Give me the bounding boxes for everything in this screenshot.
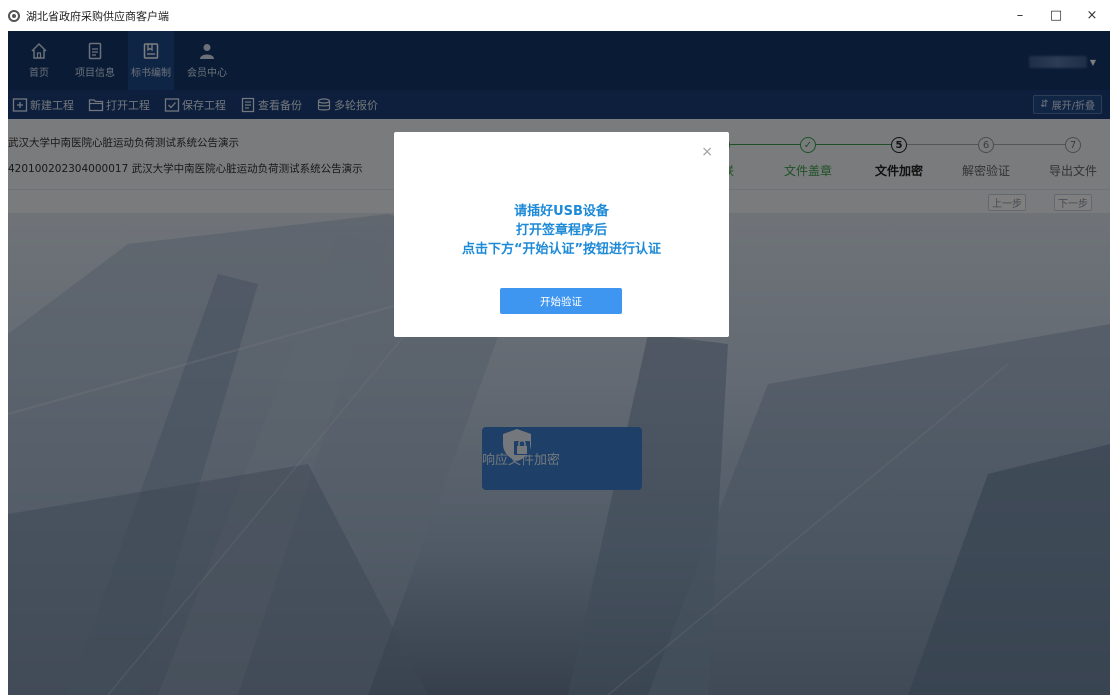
window-controls: – □ × — [1002, 0, 1110, 31]
window-title: 湖北省政府采购供应商客户端 — [26, 9, 169, 23]
close-icon[interactable]: × — [701, 144, 713, 160]
dialog-line-open-signer: 打开签章程序后 — [515, 223, 607, 238]
dialog-line-click-start: 点击下方“开始认证”按钮进行认证 — [461, 242, 662, 257]
dialog-line-insert-usb: 请插好USB设备 — [514, 204, 609, 219]
maximize-button[interactable]: □ — [1038, 0, 1074, 31]
close-button[interactable]: × — [1074, 0, 1110, 31]
usb-auth-dialog: × 请插好USB设备 打开签章程序后 点击下方“开始认证”按钮进行认证 开始验证 — [394, 132, 729, 337]
window-titlebar: 湖北省政府采购供应商客户端 – □ × — [0, 0, 1110, 31]
app-logo-icon — [8, 9, 20, 22]
start-verify-button[interactable]: 开始验证 — [500, 288, 622, 314]
minimize-button[interactable]: – — [1002, 0, 1038, 31]
modal-overlay — [8, 31, 1110, 695]
dialog-message: 请插好USB设备 打开签章程序后 点击下方“开始认证”按钮进行认证 — [394, 202, 729, 259]
